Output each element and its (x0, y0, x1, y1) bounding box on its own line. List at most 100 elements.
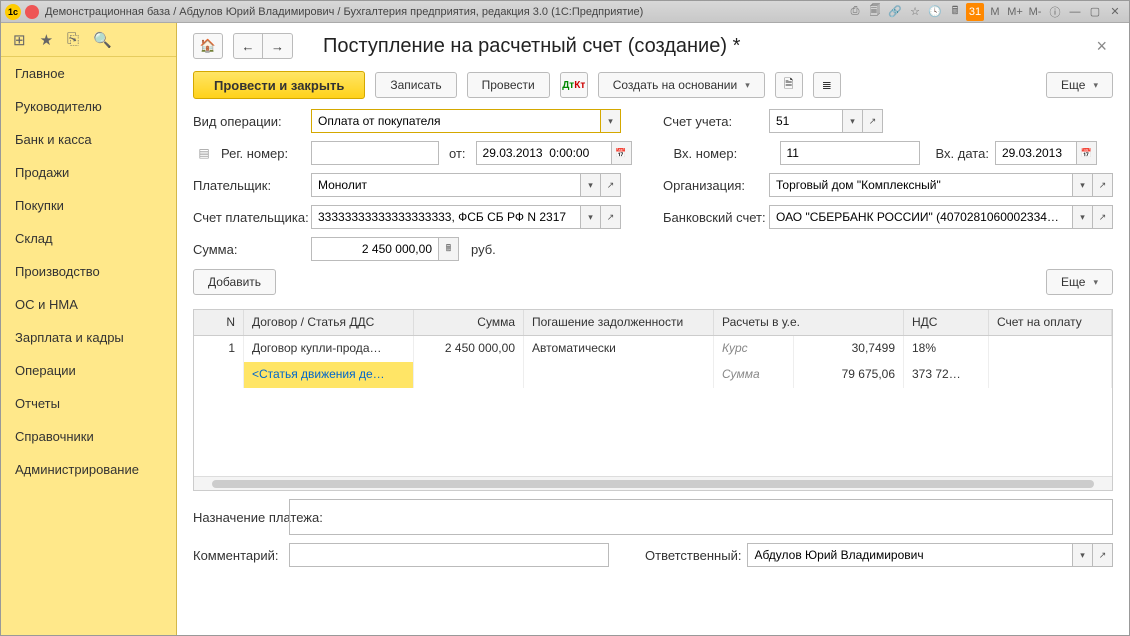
org-dd-icon[interactable]: ▾ (1073, 173, 1093, 197)
tb-icon-3[interactable]: 🔗 (886, 3, 904, 21)
th-n[interactable]: N (194, 310, 244, 335)
favorite-icon[interactable]: ★ (40, 31, 53, 49)
account-open-icon[interactable]: ↗ (863, 109, 883, 133)
info-icon[interactable]: ⓘ (1046, 3, 1064, 21)
payer-acc-open-icon[interactable]: ↗ (601, 205, 621, 229)
sidebar-item-0[interactable]: Главное (1, 57, 176, 90)
tb-calc-icon[interactable]: 🖩 (946, 3, 964, 21)
close-dot-icon[interactable] (25, 5, 39, 19)
table-row[interactable]: 1 Договор купли-прода… 2 450 000,00 Авто… (194, 336, 1112, 362)
cell-dds[interactable]: <Статья движения де… (244, 362, 414, 388)
responsible-dd-icon[interactable]: ▾ (1073, 543, 1093, 567)
cell-n: 1 (194, 336, 244, 362)
post-close-button[interactable]: Провести и закрыть (193, 71, 365, 99)
date-input[interactable] (476, 141, 612, 165)
h-scrollbar[interactable] (194, 476, 1112, 490)
sidebar-item-6[interactable]: Производство (1, 255, 176, 288)
sidebar-item-1[interactable]: Руководителю (1, 90, 176, 123)
op-type-input[interactable] (311, 109, 601, 133)
sidebar-item-12[interactable]: Администрирование (1, 453, 176, 486)
history-icon[interactable]: ⎘ (67, 31, 79, 48)
org-input[interactable] (769, 173, 1073, 197)
mem-m[interactable]: M (986, 3, 1004, 21)
add-button[interactable]: Добавить (193, 269, 276, 295)
in-num-input[interactable] (780, 141, 920, 165)
apps-icon[interactable]: ⊞ (13, 31, 26, 49)
tb-icon-1[interactable]: ⎙ (846, 3, 864, 21)
org-open-icon[interactable]: ↗ (1093, 173, 1113, 197)
payer-acc-dd-icon[interactable]: ▾ (581, 205, 601, 229)
tb-icon-2[interactable]: 🗐 (866, 3, 884, 21)
op-type-dropdown-icon[interactable]: ▾ (601, 109, 621, 133)
sidebar-item-3[interactable]: Продажи (1, 156, 176, 189)
tb-star-icon[interactable]: ☆ (906, 3, 924, 21)
table-more-button[interactable]: Еще (1046, 269, 1113, 295)
sum-input[interactable] (311, 237, 439, 261)
create-based-button[interactable]: Создать на основании (598, 72, 765, 98)
in-date-cal-icon[interactable]: 📅 (1077, 141, 1097, 165)
th-ras[interactable]: Расчеты в у.е. (714, 310, 904, 335)
cell-dog: Договор купли-прода… (244, 336, 414, 362)
sidebar-item-11[interactable]: Справочники (1, 420, 176, 453)
reg-num-input[interactable] (311, 141, 439, 165)
minimize-icon[interactable]: — (1066, 3, 1084, 21)
sidebar-item-5[interactable]: Склад (1, 222, 176, 255)
th-sum[interactable]: Сумма (414, 310, 524, 335)
in-date-input[interactable] (995, 141, 1077, 165)
payer-open-icon[interactable]: ↗ (601, 173, 621, 197)
dtkt-button[interactable]: ДтКт (560, 72, 588, 98)
account-input[interactable] (769, 109, 843, 133)
close-icon[interactable]: ✕ (1106, 3, 1124, 21)
th-nds[interactable]: НДС (904, 310, 989, 335)
mem-mplus[interactable]: M+ (1006, 3, 1024, 21)
mem-mminus[interactable]: M- (1026, 3, 1044, 21)
sidebar-item-7[interactable]: ОС и НМА (1, 288, 176, 321)
account-dd-icon[interactable]: ▾ (843, 109, 863, 133)
responsible-open-icon[interactable]: ↗ (1093, 543, 1113, 567)
th-sch[interactable]: Счет на оплату (989, 310, 1112, 335)
date-cal-icon[interactable]: 📅 (612, 141, 632, 165)
payer-acc-label: Счет плательщика: (193, 210, 305, 225)
op-type-label: Вид операции: (193, 114, 305, 129)
bank-acc-input[interactable] (769, 205, 1073, 229)
cell-ras-lbl2: Сумма (714, 362, 794, 388)
sidebar-item-2[interactable]: Банк и касса (1, 123, 176, 156)
cell-sch (989, 336, 1112, 362)
report-button[interactable]: 🗎 (775, 72, 803, 98)
purpose-input[interactable] (289, 499, 1113, 535)
th-pog[interactable]: Погашение задолженности (524, 310, 714, 335)
list-button[interactable]: ≣ (813, 72, 841, 98)
payer-dd-icon[interactable]: ▾ (581, 173, 601, 197)
cell-sum: 2 450 000,00 (414, 336, 524, 362)
bank-acc-open-icon[interactable]: ↗ (1093, 205, 1113, 229)
forward-button[interactable]: → (263, 33, 293, 59)
tb-clock-icon[interactable]: 🕓 (926, 3, 944, 21)
cell-ras-val: 30,7499 (794, 336, 904, 362)
from-label: от: (449, 146, 466, 161)
comment-input[interactable] (289, 543, 609, 567)
th-dog[interactable]: Договор / Статья ДДС (244, 310, 414, 335)
page-close-icon[interactable]: × (1090, 36, 1113, 57)
more-button[interactable]: Еще (1046, 72, 1113, 98)
responsible-input[interactable] (747, 543, 1073, 567)
sidebar-item-4[interactable]: Покупки (1, 189, 176, 222)
post-button[interactable]: Провести (467, 72, 550, 98)
cell-pog: Автоматически (524, 336, 714, 362)
tb-cal-icon[interactable]: 31 (966, 3, 984, 21)
sidebar-item-9[interactable]: Операции (1, 354, 176, 387)
payer-acc-input[interactable] (311, 205, 581, 229)
window-title: Демонстрационная база / Абдулов Юрий Вла… (45, 6, 643, 18)
table-row[interactable]: <Статья движения де… Сумма 79 675,06 373… (194, 362, 1112, 388)
save-button[interactable]: Записать (375, 72, 456, 98)
bank-acc-dd-icon[interactable]: ▾ (1073, 205, 1093, 229)
sum-calc-icon[interactable]: 🖩 (439, 237, 459, 261)
sidebar-item-10[interactable]: Отчеты (1, 387, 176, 420)
back-button[interactable]: ← (233, 33, 263, 59)
search-icon[interactable]: 🔍 (93, 31, 112, 49)
detail-table: N Договор / Статья ДДС Сумма Погашение з… (193, 309, 1113, 491)
payer-input[interactable] (311, 173, 581, 197)
sidebar-item-8[interactable]: Зарплата и кадры (1, 321, 176, 354)
home-button[interactable]: 🏠 (193, 33, 223, 59)
comment-label: Комментарий: (193, 548, 283, 563)
maximize-icon[interactable]: ▢ (1086, 3, 1104, 21)
